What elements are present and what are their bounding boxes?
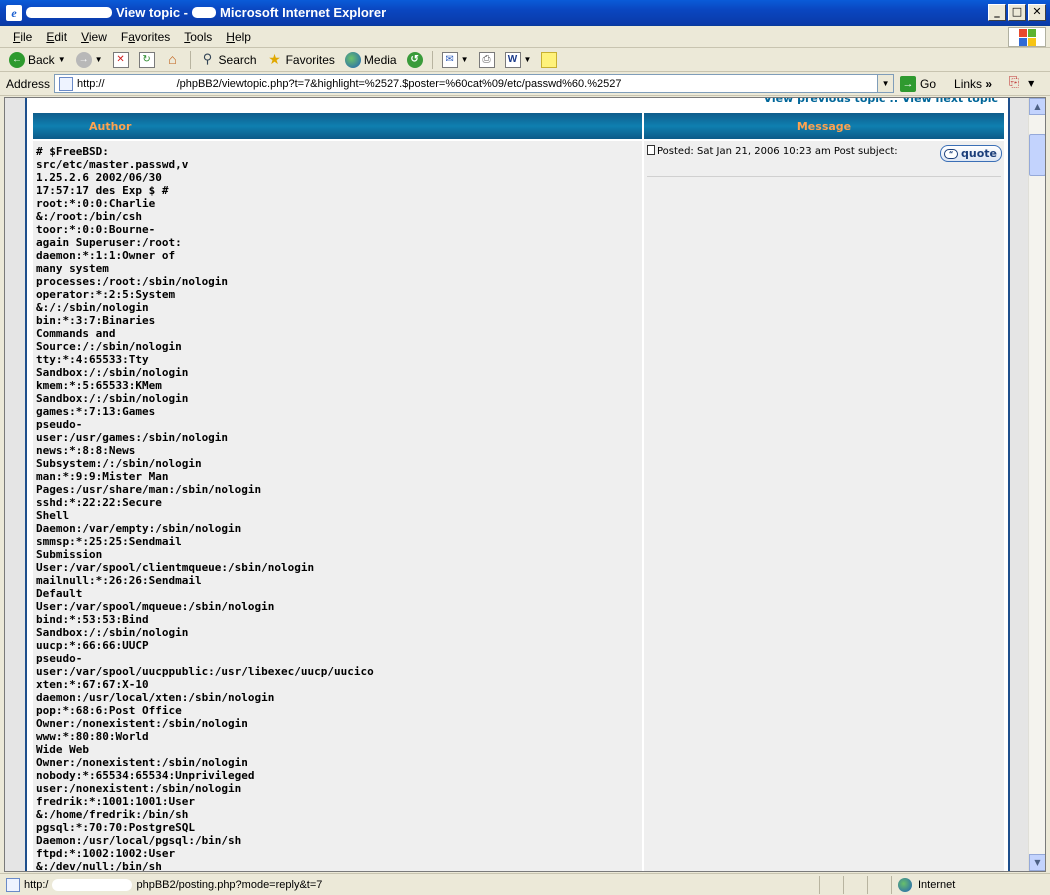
address-input[interactable]: http:// /phpBB2/viewtopic.php?t=7&highli…: [54, 74, 895, 93]
message-header: Message: [643, 112, 1005, 140]
table-header: Author Message: [32, 112, 1005, 140]
topic-nav-links[interactable]: View previous topic :: View next topic: [764, 98, 998, 105]
media-globe-icon: [344, 51, 361, 68]
chevron-down-icon[interactable]: ▼: [58, 55, 66, 64]
page-icon: [59, 76, 74, 91]
status-text: http:/ phpBB2/posting.php?mode=reply&t=7: [0, 875, 820, 894]
refresh-button[interactable]: ↻: [136, 49, 158, 71]
page-viewport: View previous topic :: View next topic A…: [4, 97, 1046, 872]
ie-icon: e: [6, 4, 22, 21]
back-arrow-icon: ←: [9, 51, 25, 68]
acrobat-icon[interactable]: ⎘: [1006, 75, 1022, 92]
go-arrow-icon: →: [900, 75, 917, 92]
search-button[interactable]: ⚲ Search: [197, 49, 260, 71]
menu-tools[interactable]: Tools: [177, 30, 219, 44]
minimize-button[interactable]: _: [988, 4, 1006, 21]
maximize-button[interactable]: □: [1008, 4, 1026, 21]
redacted-text: [26, 7, 112, 18]
address-bar: Address http:// /phpBB2/viewtopic.php?t=…: [0, 72, 1050, 96]
refresh-icon: ↻: [138, 51, 155, 68]
scroll-up-icon[interactable]: ▲: [1029, 98, 1045, 115]
security-zone: Internet: [892, 877, 955, 892]
page-icon: [6, 877, 20, 892]
print-icon: ⎙: [478, 51, 495, 68]
star-icon: ★: [268, 50, 281, 67]
home-icon: ⌂: [168, 50, 177, 67]
stop-button[interactable]: ✕: [110, 49, 132, 71]
topic-table: Author Message # $FreeBSD: src/etc/maste…: [32, 112, 1005, 872]
chevron-down-icon[interactable]: ▼: [524, 55, 532, 64]
mail-icon: ✉: [441, 51, 458, 68]
forum-page: View previous topic :: View next topic A…: [25, 98, 1010, 872]
home-button[interactable]: ⌂: [162, 49, 184, 71]
quote-bubble-icon: “: [944, 148, 959, 159]
forward-arrow-icon: →: [75, 51, 92, 68]
chevron-down-icon[interactable]: ▼: [877, 75, 894, 92]
author-header: Author: [32, 112, 643, 140]
menu-view[interactable]: View: [74, 30, 114, 44]
chevron-down-icon[interactable]: ▼: [1028, 79, 1034, 88]
go-button[interactable]: → Go: [900, 75, 936, 92]
media-button[interactable]: Media: [342, 49, 400, 71]
chevron-down-icon[interactable]: ▼: [95, 55, 103, 64]
menu-file[interactable]: File: [6, 30, 39, 44]
message-cell: Posted: Sat Jan 21, 2006 10:23 am Post s…: [643, 140, 1005, 871]
menu-help[interactable]: Help: [219, 30, 258, 44]
menu-edit[interactable]: Edit: [39, 30, 74, 44]
search-icon: ⚲: [202, 50, 213, 66]
quote-button[interactable]: “ quote: [940, 145, 1002, 162]
windows-logo-icon: [1008, 27, 1046, 47]
author-cell: # $FreeBSD: src/etc/master.passwd,v 1.25…: [32, 140, 643, 872]
redacted-text: [52, 878, 133, 891]
favorites-button[interactable]: ★ Favorites: [264, 49, 338, 71]
scroll-thumb[interactable]: [1029, 134, 1045, 176]
word-edit-icon: W: [504, 51, 521, 68]
post-icon: [647, 145, 655, 155]
vertical-scrollbar[interactable]: ▲ ▼: [1028, 98, 1045, 871]
status-bar: http:/ phpBB2/posting.php?mode=reply&t=7…: [0, 873, 1050, 895]
menu-bar: File Edit View Favorites Tools Help: [0, 26, 1050, 48]
forward-button[interactable]: → ▼: [73, 49, 106, 71]
history-button[interactable]: ↺: [404, 49, 426, 71]
menu-favorites[interactable]: Favorites: [114, 30, 177, 44]
scroll-down-icon[interactable]: ▼: [1029, 854, 1045, 871]
discuss-button[interactable]: [538, 49, 560, 71]
back-button[interactable]: ← Back ▼: [6, 49, 69, 71]
internet-globe-icon: [898, 877, 912, 892]
redacted-text: [192, 7, 216, 18]
toolbar: ← Back ▼ → ▼ ✕ ↻ ⌂ ⚲ Search ★ Favorites …: [0, 48, 1050, 72]
post-meta: Posted: Sat Jan 21, 2006 10:23 am Post s…: [647, 145, 937, 158]
history-icon: ↺: [406, 51, 423, 68]
print-button[interactable]: ⎙: [476, 49, 498, 71]
note-icon: [541, 51, 558, 68]
chevron-down-icon[interactable]: ▼: [461, 55, 469, 64]
links-toolbar[interactable]: Links »: [954, 77, 992, 91]
edit-button[interactable]: W ▼: [502, 49, 535, 71]
title-bar: e View topic - Microsoft Internet Explor…: [0, 0, 1050, 26]
mail-button[interactable]: ✉ ▼: [439, 49, 472, 71]
window-title: View topic - Microsoft Internet Explorer: [26, 5, 386, 20]
address-label: Address: [6, 76, 51, 91]
author-name-text: # $FreeBSD: src/etc/master.passwd,v 1.25…: [36, 145, 374, 872]
close-button[interactable]: ✕: [1028, 4, 1046, 21]
stop-icon: ✕: [112, 51, 129, 68]
